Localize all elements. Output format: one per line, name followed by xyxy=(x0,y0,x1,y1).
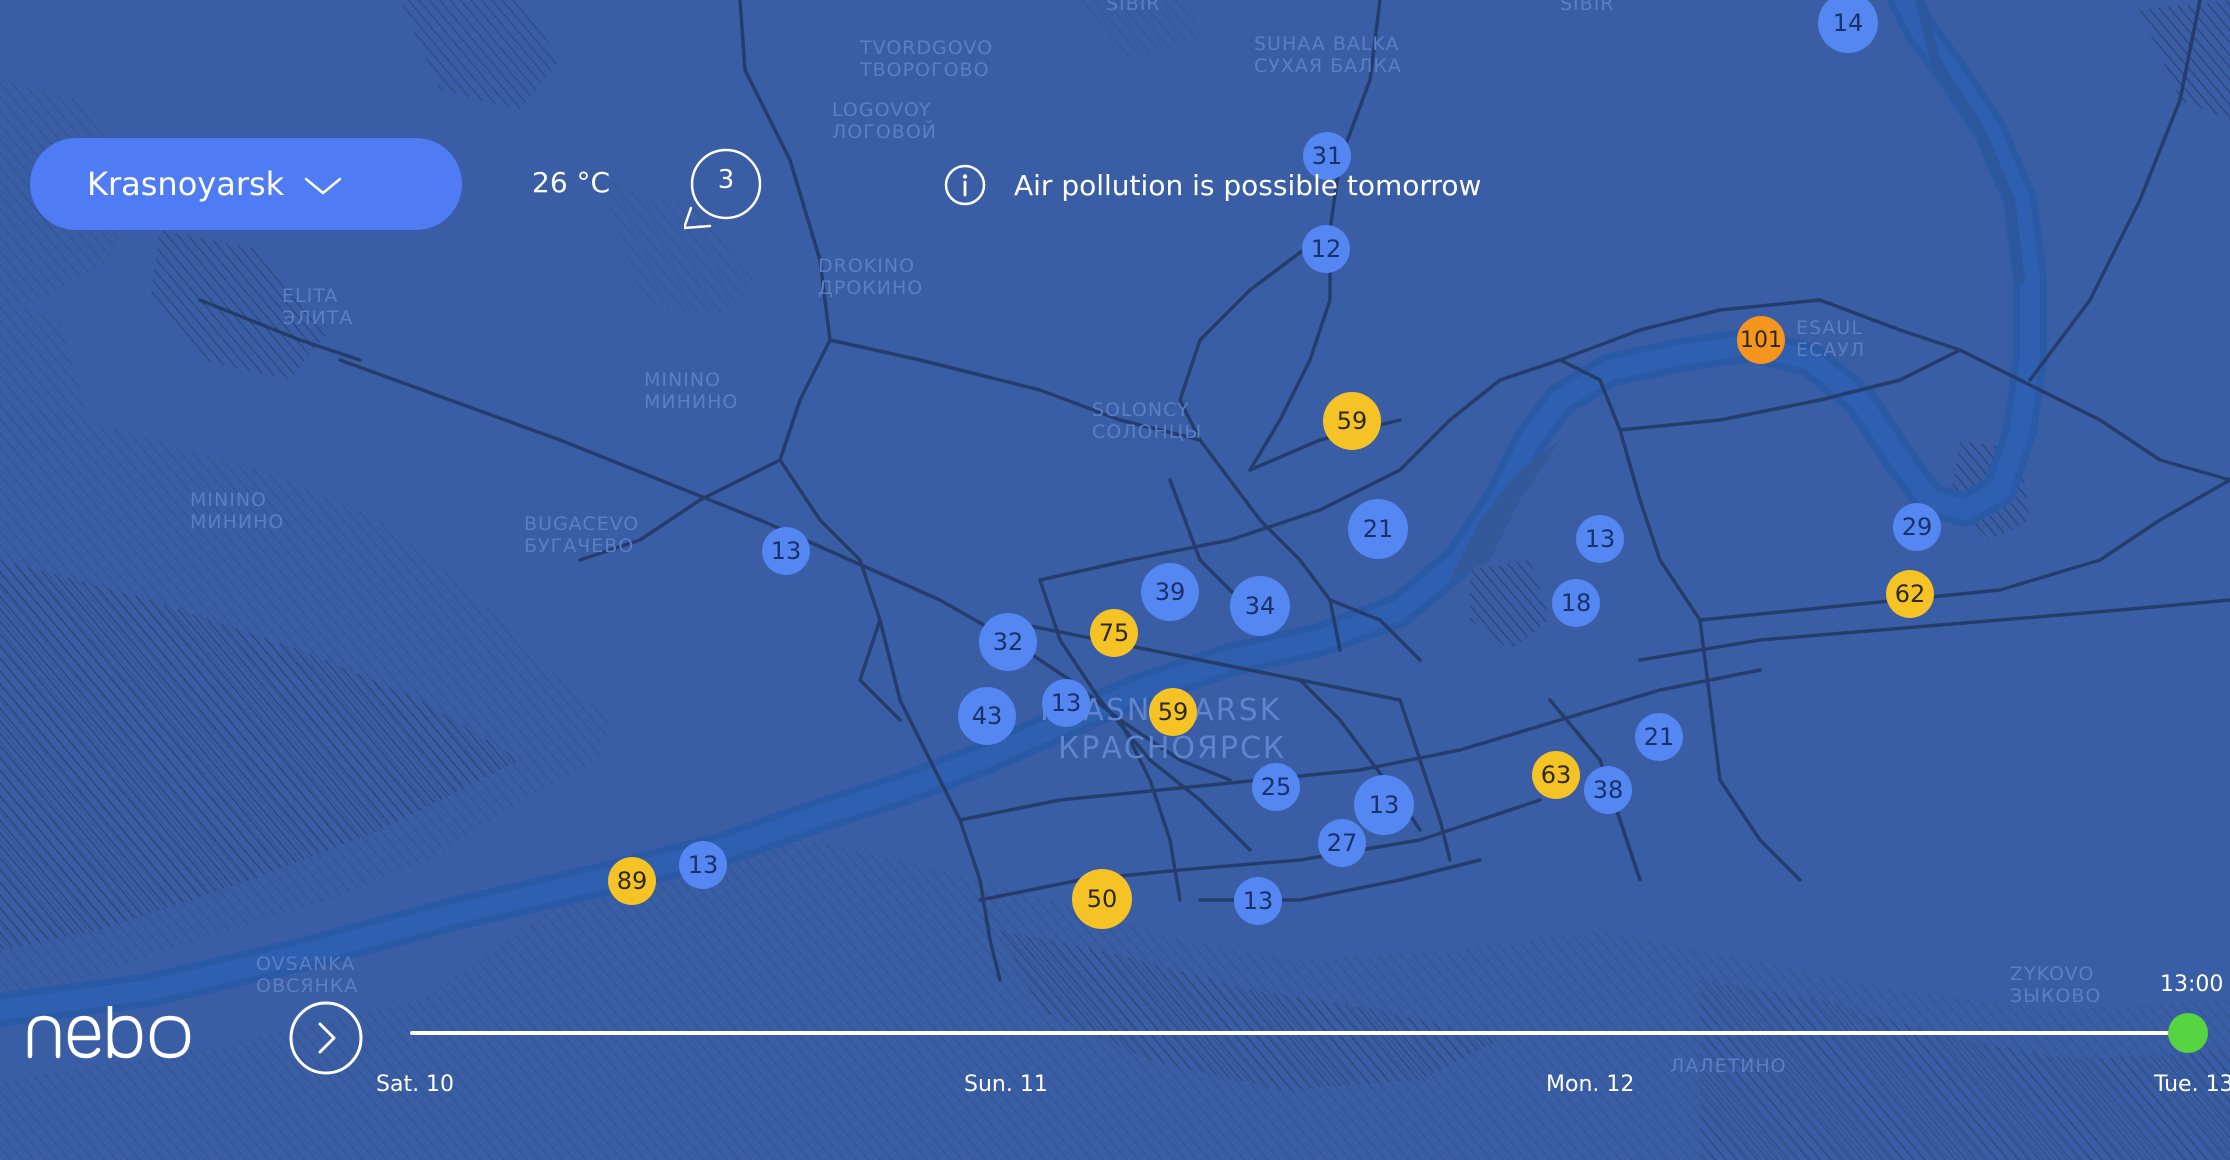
aqi-marker[interactable]: 62 xyxy=(1886,570,1934,618)
place-label: ЛОГОВОЙ xyxy=(832,120,937,143)
aqi-marker[interactable]: 25 xyxy=(1252,763,1300,811)
aqi-marker[interactable]: 13 xyxy=(1234,877,1282,925)
pollution-notice: Air pollution is possible tomorrow xyxy=(944,164,1481,206)
place-label: ОВСЯНКА xyxy=(256,975,358,997)
place-label: ЕСАУЛ xyxy=(1796,339,1865,361)
aqi-marker[interactable]: 13 xyxy=(762,527,810,575)
place-label: ДРОКИНО xyxy=(818,277,923,299)
city-label-ru: КРАСНОЯРСК xyxy=(1058,731,1286,766)
aqi-marker[interactable]: 63 xyxy=(1532,751,1580,799)
place-label: DROKINO xyxy=(818,255,915,277)
place-label: МИНИНО xyxy=(190,511,284,533)
place-label: SIBIR xyxy=(1106,0,1161,15)
aqi-marker[interactable]: 34 xyxy=(1230,576,1290,636)
aqi-marker[interactable]: 13 xyxy=(1354,775,1414,835)
place-label: СОЛОНЦЫ xyxy=(1092,421,1202,443)
timeline-handle[interactable] xyxy=(2168,1013,2208,1053)
aqi-marker[interactable]: 13 xyxy=(679,841,727,889)
timeline-current-time: 13:00 xyxy=(2160,972,2224,997)
city-selector[interactable]: Krasnoyarsk xyxy=(30,138,462,230)
place-label: SOLONCY xyxy=(1092,399,1190,421)
timeline-day-label[interactable]: Mon. 12 xyxy=(1546,1072,1634,1097)
chevron-down-icon xyxy=(304,177,342,195)
timeline-day-label[interactable]: Sat. 10 xyxy=(376,1072,454,1097)
place-label: LOGOVOY xyxy=(832,99,931,121)
aqi-marker[interactable]: 29 xyxy=(1893,503,1941,551)
nebo-logo xyxy=(27,1006,191,1059)
aqi-marker[interactable]: 13 xyxy=(1042,679,1090,727)
aqi-marker[interactable]: 13 xyxy=(1576,515,1624,563)
place-label: TVORDGOVO xyxy=(859,37,993,59)
place-label: ESAUL xyxy=(1796,317,1863,339)
refresh-timer-value: 3 xyxy=(717,165,735,195)
place-label: OVSANKA xyxy=(256,953,355,975)
aqi-marker[interactable]: 89 xyxy=(608,857,656,905)
timeline-day-label[interactable]: Sun. 11 xyxy=(964,1072,1048,1097)
timeline-day-label[interactable]: Tue. 13 xyxy=(2154,1072,2230,1097)
refresh-timer[interactable]: 3 xyxy=(682,146,774,236)
notice-text: Air pollution is possible tomorrow xyxy=(1014,168,1482,202)
place-label: MININO xyxy=(190,489,267,511)
place-label: BUGACEVO xyxy=(524,513,639,535)
aqi-marker[interactable]: 27 xyxy=(1318,819,1366,867)
aqi-marker[interactable]: 43 xyxy=(958,687,1016,745)
info-icon[interactable] xyxy=(944,164,986,206)
aqi-marker[interactable]: 101 xyxy=(1737,316,1785,364)
temperature: 26 °C xyxy=(532,166,611,199)
place-label: ELITA xyxy=(282,285,338,307)
aqi-marker[interactable]: 21 xyxy=(1635,713,1683,761)
chevron-right-icon xyxy=(318,1022,336,1054)
place-label: MININO xyxy=(644,369,721,391)
timeline-track[interactable] xyxy=(410,1031,2190,1035)
aqi-marker[interactable]: 59 xyxy=(1149,688,1197,736)
aqi-marker[interactable]: 12 xyxy=(1302,225,1350,273)
aqi-marker[interactable]: 32 xyxy=(979,613,1037,671)
aqi-marker[interactable]: 75 xyxy=(1090,609,1138,657)
city-name: Krasnoyarsk xyxy=(87,165,285,203)
aqi-marker[interactable]: 50 xyxy=(1072,869,1132,929)
place-label: БУГАЧЕВО xyxy=(524,535,634,557)
place-label: ZYKOVO xyxy=(2010,963,2094,985)
aqi-marker[interactable]: 59 xyxy=(1323,392,1381,450)
aqi-marker[interactable]: 18 xyxy=(1552,579,1600,627)
place-label: SIBIR xyxy=(1560,0,1615,15)
place-label: SUHAA BALKA xyxy=(1254,33,1400,55)
place-label: ЛАЛЕТИНО xyxy=(1670,1055,1787,1077)
aqi-marker[interactable]: 38 xyxy=(1584,766,1632,814)
place-label: ЭЛИТА xyxy=(282,307,353,329)
play-button[interactable] xyxy=(288,1000,364,1076)
aqi-marker[interactable]: 39 xyxy=(1141,563,1199,621)
place-label: ТВОРОГОВО xyxy=(859,59,990,81)
aqi-marker[interactable]: 21 xyxy=(1348,499,1408,559)
place-label: ЗЫКОВО xyxy=(2010,985,2101,1007)
place-label: МИНИНО xyxy=(644,391,738,413)
place-label: СУХАЯ БАЛКА xyxy=(1254,55,1402,77)
